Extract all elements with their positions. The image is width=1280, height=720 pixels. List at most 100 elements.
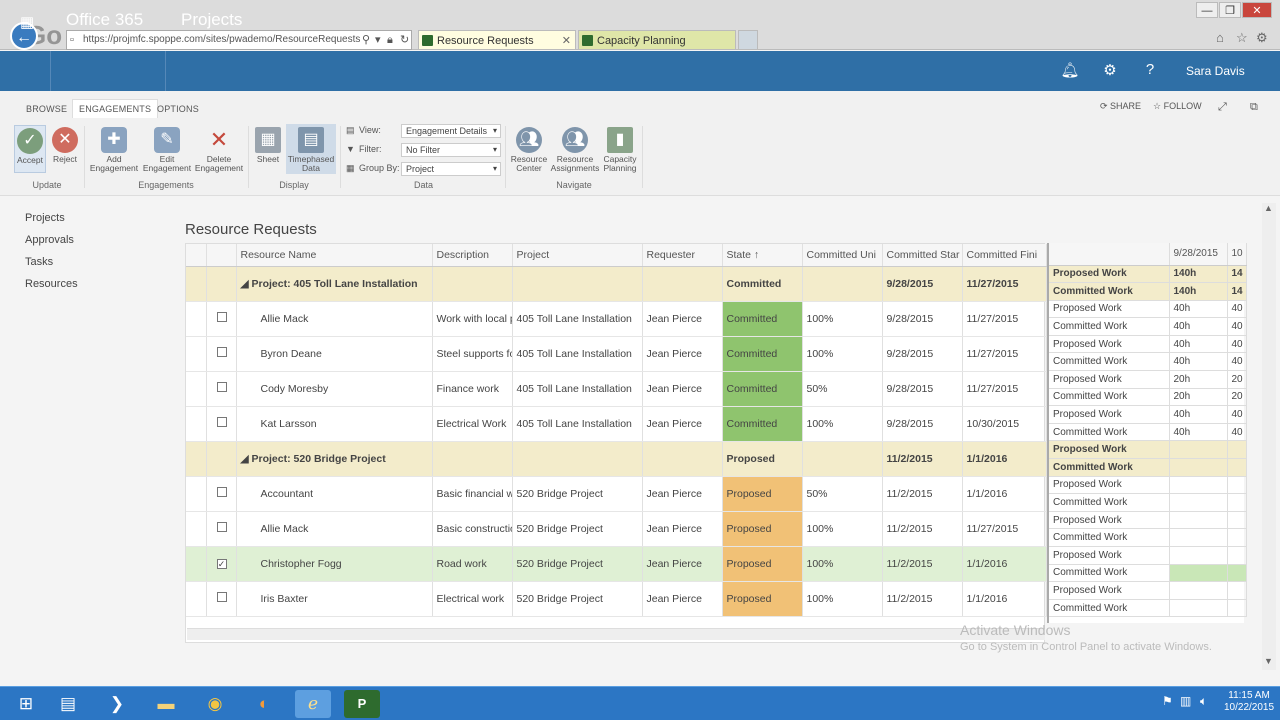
tp-work-value[interactable]: 20h [1169, 370, 1228, 389]
col-committed-units[interactable]: Committed Uni [802, 244, 883, 267]
resource-center-button[interactable]: 👥︎ Resource Center [508, 127, 550, 173]
row-checkbox[interactable] [216, 487, 227, 497]
cell-requester[interactable]: Jean Pierce [642, 406, 723, 442]
cell-start[interactable]: 11/2/2015 [882, 476, 963, 512]
tp-work-value-next[interactable] [1227, 493, 1247, 512]
tp-work-value-next[interactable] [1227, 599, 1247, 618]
tp-work-value[interactable]: 140h [1169, 265, 1228, 284]
row-select-cell[interactable] [206, 371, 237, 407]
tp-work-value-next[interactable] [1227, 528, 1247, 547]
cell-units[interactable]: 50% [802, 371, 883, 407]
add-engagement-button[interactable]: ✚ Add Engagement [88, 127, 140, 173]
accept-button[interactable]: ✓ Accept [14, 125, 46, 173]
view-dropdown[interactable]: Engagement Details [401, 124, 501, 138]
col-committed-start[interactable]: Committed Star [882, 244, 963, 267]
table-row[interactable]: Kat Larsson Electrical Work 405 Toll Lan… [186, 406, 1047, 442]
tp-work-value[interactable] [1169, 564, 1228, 583]
ribbon-tab-browse[interactable]: BROWSE [26, 104, 67, 114]
tp-work-value[interactable]: 40h [1169, 300, 1228, 319]
group-row[interactable]: ◢ Project: 405 Toll Lane Installation Co… [186, 266, 1047, 302]
cell-description[interactable]: Steel supports fo [432, 336, 513, 372]
cell-finish[interactable]: 11/27/2015 [962, 336, 1047, 372]
notifications-bell-icon[interactable]: 🔔︎ [1060, 61, 1080, 79]
cell-units[interactable]: 100% [802, 301, 883, 337]
tp-work-value[interactable]: 40h [1169, 335, 1228, 354]
cell-project[interactable]: 520 Bridge Project [512, 476, 643, 512]
col-description[interactable]: Description [432, 244, 513, 267]
resource-assignments-button[interactable]: 👥︎ Resource Assignments [550, 127, 600, 173]
server-manager-icon[interactable]: ▤ [50, 690, 86, 718]
cell-description[interactable]: Road work [432, 546, 513, 582]
share-button[interactable]: ⟳ SHARE [1100, 101, 1141, 112]
cell-project[interactable]: 405 Toll Lane Installation [512, 336, 643, 372]
tp-work-value[interactable]: 40h [1169, 352, 1228, 372]
refresh-icon[interactable]: ↻ [400, 30, 409, 50]
minimize-button[interactable]: — [1196, 2, 1218, 18]
cell-units[interactable]: 50% [802, 476, 883, 512]
tp-work-value[interactable] [1169, 546, 1228, 565]
cell-resource-name[interactable]: Accountant [236, 476, 433, 512]
vertical-scrollbar[interactable] [1262, 203, 1276, 670]
table-row[interactable]: Cody Moresby Finance work 405 Toll Lane … [186, 371, 1047, 407]
row-select-cell[interactable] [206, 581, 237, 617]
powershell-icon[interactable]: ❯ [99, 690, 135, 718]
row-checkbox[interactable] [216, 382, 227, 392]
sheet-button[interactable]: ▦ Sheet [252, 127, 284, 164]
brand-title[interactable]: Office 365 [66, 10, 143, 30]
row-checkbox[interactable] [216, 592, 227, 602]
collapse-triangle-icon[interactable]: ◢ [241, 278, 252, 290]
timephased-row[interactable]: Proposed Work 40h 40 [1049, 300, 1247, 319]
timephased-row[interactable]: Proposed Work 40h 40 [1049, 405, 1247, 424]
cell-state[interactable]: Committed [722, 406, 803, 442]
group-label[interactable]: ◢ Project: 520 Bridge Project [236, 441, 433, 477]
tab-capacity-planning[interactable]: Capacity Planning [578, 30, 736, 50]
app-launcher-icon[interactable]: ▦ [20, 13, 34, 31]
file-explorer-icon[interactable]: ▬ [148, 690, 184, 718]
cell-start[interactable]: 11/2/2015 [882, 546, 963, 582]
tp-work-value-next[interactable] [1227, 511, 1247, 530]
ribbon-tab-options[interactable]: OPTIONS [157, 104, 199, 114]
select-header-cell[interactable] [206, 244, 237, 267]
row-select-cell[interactable] [206, 336, 237, 372]
follow-button[interactable]: ☆ FOLLOW [1153, 101, 1202, 112]
timephased-row[interactable]: Committed Work [1049, 599, 1247, 618]
help-icon[interactable]: ? [1140, 61, 1160, 78]
cell-requester[interactable]: Jean Pierce [642, 581, 723, 617]
tp-work-value-next[interactable]: 20 [1227, 370, 1247, 389]
tp-work-value-next[interactable]: 40 [1227, 405, 1247, 424]
cell-start[interactable]: 9/28/2015 [882, 371, 963, 407]
home-icon[interactable]: ⌂ [1216, 30, 1224, 45]
tp-work-value[interactable] [1169, 581, 1228, 600]
cell-resource-name[interactable]: Iris Baxter [236, 581, 433, 617]
taskbar-clock[interactable]: 11:15 AM 10/22/2015 [1224, 690, 1274, 714]
cell-finish[interactable]: 10/30/2015 [962, 406, 1047, 442]
tp-work-value-next[interactable]: 20 [1227, 388, 1247, 407]
search-icon[interactable]: ⚲ [362, 30, 370, 50]
cell-project[interactable]: 405 Toll Lane Installation [512, 406, 643, 442]
cell-state[interactable]: Proposed [722, 476, 803, 512]
row-checkbox[interactable] [216, 417, 227, 427]
table-row[interactable]: ✓ Christopher Fogg Road work 520 Bridge … [186, 546, 1047, 582]
timephased-row[interactable]: Committed Work 40h 40 [1049, 423, 1247, 442]
flag-icon[interactable]: ⚑ [1162, 694, 1173, 708]
table-row[interactable]: Iris Baxter Electrical work 520 Bridge P… [186, 581, 1047, 617]
timephased-row[interactable]: Committed Work [1049, 528, 1247, 547]
cell-requester[interactable]: Jean Pierce [642, 371, 723, 407]
col-resource-name[interactable]: Resource Name [236, 244, 433, 267]
tp-work-value-next[interactable]: 40 [1227, 317, 1247, 336]
tp-work-value[interactable] [1169, 440, 1228, 460]
timephased-row[interactable]: Committed Work 40h 40 [1049, 317, 1247, 336]
cell-start[interactable]: 9/28/2015 [882, 406, 963, 442]
cell-description[interactable]: Finance work [432, 371, 513, 407]
timephased-row[interactable]: Committed Work [1049, 493, 1247, 512]
cell-state[interactable]: Proposed [722, 511, 803, 547]
tp-work-value-next[interactable] [1227, 546, 1247, 565]
table-row[interactable]: Allie Mack Work with local p 405 Toll La… [186, 301, 1047, 337]
row-checkbox[interactable]: ✓ [216, 558, 227, 569]
row-select-cell[interactable]: ✓ [206, 546, 237, 582]
tp-work-value[interactable] [1169, 476, 1228, 495]
tp-col-date[interactable]: 9/28/2015 [1169, 243, 1228, 266]
timephased-row[interactable]: Proposed Work 20h 20 [1049, 370, 1247, 389]
close-icon[interactable]: ✕ [562, 31, 571, 49]
table-row[interactable]: Accountant Basic financial w 520 Bridge … [186, 476, 1047, 512]
